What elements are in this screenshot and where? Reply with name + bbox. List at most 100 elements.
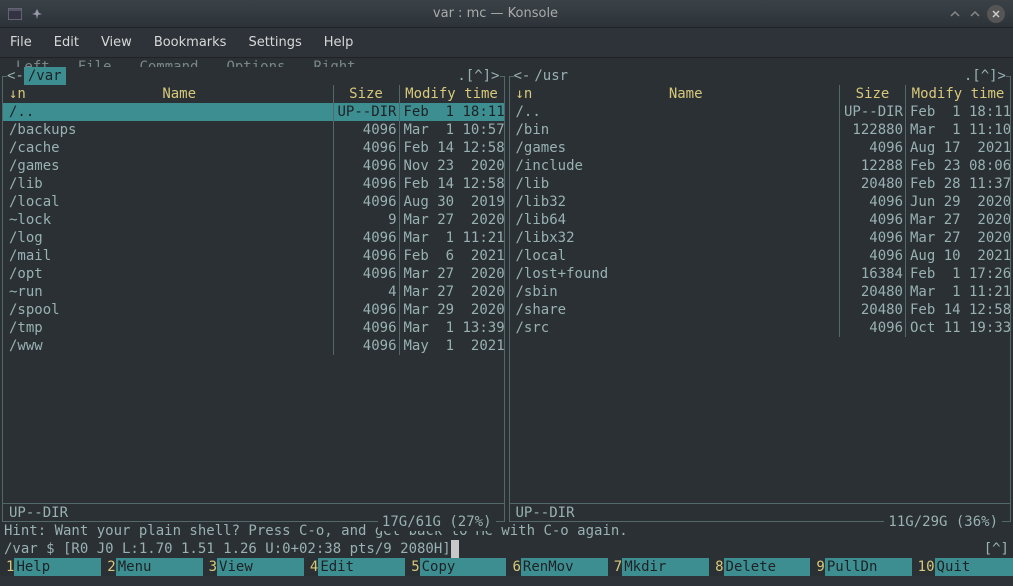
cursor-icon <box>451 540 459 558</box>
fkey-mkdir[interactable]: 7Mkdir <box>608 558 709 576</box>
minimize-button[interactable] <box>947 6 963 22</box>
col-header-mtime[interactable]: Modify time <box>400 85 504 103</box>
file-row[interactable]: /include12288Feb 23 08:06 <box>510 157 1011 175</box>
maximize-button[interactable] <box>967 6 983 22</box>
fkey-label: Quit <box>935 558 1013 576</box>
menu-view[interactable]: View <box>101 35 132 50</box>
fkey-number: 10 <box>912 558 935 576</box>
file-size: 20480 <box>840 301 906 319</box>
file-name: /local <box>3 193 334 211</box>
col-header-mtime[interactable]: Modify time <box>906 85 1010 103</box>
app-icon <box>8 8 22 20</box>
file-row[interactable]: /backups4096Mar 1 10:57 <box>3 121 504 139</box>
panel-right-controls-icon[interactable]: .[^]> <box>457 67 499 85</box>
file-row[interactable]: /opt4096Mar 27 2020 <box>3 265 504 283</box>
fkey-menu[interactable]: 2Menu <box>101 558 202 576</box>
fkey-number: 3 <box>203 558 217 576</box>
fkey-number: 5 <box>405 558 419 576</box>
menu-file[interactable]: File <box>10 35 32 50</box>
file-mtime: Aug 30 2019 <box>400 193 504 211</box>
panel-right-controls-icon[interactable]: .[^]> <box>964 67 1006 85</box>
fkey-edit[interactable]: 4Edit <box>304 558 405 576</box>
file-row[interactable]: /mail4096Feb 6 2021 <box>3 247 504 265</box>
fkey-help[interactable]: 1Help <box>0 558 101 576</box>
file-row[interactable]: /local4096Aug 10 2021 <box>510 247 1011 265</box>
fkey-label: Mkdir <box>622 558 709 576</box>
fkey-copy[interactable]: 5Copy <box>405 558 506 576</box>
file-name: /lib64 <box>510 211 841 229</box>
panel-left-arrow-icon[interactable]: <- <box>514 67 531 85</box>
file-row[interactable]: /local4096Aug 30 2019 <box>3 193 504 211</box>
file-row[interactable]: /lost+found16384Feb 1 17:26 <box>510 265 1011 283</box>
close-button[interactable] <box>987 5 1005 23</box>
file-row[interactable]: /src4096Oct 11 19:33 <box>510 319 1011 337</box>
file-name: /opt <box>3 265 334 283</box>
file-mtime: Mar 1 13:39 <box>400 319 504 337</box>
file-row[interactable]: /..UP--DIRFeb 1 18:11 <box>3 103 504 121</box>
col-header-name[interactable]: Name <box>162 86 196 102</box>
sort-indicator[interactable]: ↓n <box>9 85 26 103</box>
file-row[interactable]: /games4096Nov 23 2020 <box>3 157 504 175</box>
fkey-quit[interactable]: 10Quit <box>912 558 1013 576</box>
fkey-number: 2 <box>101 558 115 576</box>
file-name: /backups <box>3 121 334 139</box>
file-name: /include <box>510 157 841 175</box>
right-panel-path[interactable]: /usr <box>530 67 572 85</box>
file-row[interactable]: /lib324096Jun 29 2020 <box>510 193 1011 211</box>
file-row[interactable]: /lib20480Feb 28 11:37 <box>510 175 1011 193</box>
file-row[interactable]: ~run4Mar 27 2020 <box>3 283 504 301</box>
right-panel-header: <- /usr .[^]> <box>514 67 1007 85</box>
file-row[interactable]: /lib4096Feb 14 12:58 <box>3 175 504 193</box>
file-row[interactable]: /games4096Aug 17 2021 <box>510 139 1011 157</box>
menu-settings[interactable]: Settings <box>248 35 301 50</box>
left-panel[interactable]: <- /var .[^]> ↓nName Size Modify time /.… <box>2 76 505 522</box>
file-row[interactable]: /sbin20480Mar 1 11:21 <box>510 283 1011 301</box>
right-file-list[interactable]: /..UP--DIRFeb 1 18:11/bin122880Mar 1 11:… <box>510 103 1011 503</box>
menu-help[interactable]: Help <box>324 35 354 50</box>
file-row[interactable]: /share20480Feb 14 12:58 <box>510 301 1011 319</box>
file-row[interactable]: /libx324096Mar 27 2020 <box>510 229 1011 247</box>
file-name: /libx32 <box>510 229 841 247</box>
fkey-number: 4 <box>304 558 318 576</box>
file-size: 4096 <box>334 193 400 211</box>
left-panel-path[interactable]: /var <box>24 67 66 85</box>
menu-edit[interactable]: Edit <box>54 35 79 50</box>
fkey-number: 7 <box>608 558 622 576</box>
file-row[interactable]: /cache4096Feb 14 12:58 <box>3 139 504 157</box>
menu-bookmarks[interactable]: Bookmarks <box>154 35 227 50</box>
file-size: 4096 <box>334 157 400 175</box>
pin-icon[interactable] <box>30 8 44 20</box>
fkey-pulldn[interactable]: 9PullDn <box>810 558 911 576</box>
left-file-list[interactable]: /..UP--DIRFeb 1 18:11/backups4096Mar 1 1… <box>3 103 504 503</box>
file-row[interactable]: /www4096May 1 2021 <box>3 337 504 355</box>
col-header-size[interactable]: Size <box>334 85 400 103</box>
right-panel[interactable]: <- /usr .[^]> ↓nName Size Modify time /.… <box>509 76 1012 522</box>
file-row[interactable]: /lib644096Mar 27 2020 <box>510 211 1011 229</box>
file-row[interactable]: /tmp4096Mar 1 13:39 <box>3 319 504 337</box>
file-mtime: Mar 27 2020 <box>906 211 1010 229</box>
col-header-name[interactable]: Name <box>669 86 703 102</box>
panel-left-arrow-icon[interactable]: <- <box>7 67 24 85</box>
file-size: 9 <box>334 211 400 229</box>
file-name: /lib <box>510 175 841 193</box>
file-mtime: Nov 23 2020 <box>400 157 504 175</box>
prompt-right-indicator[interactable]: [^] <box>984 540 1009 558</box>
fkey-label: View <box>217 558 304 576</box>
fkey-view[interactable]: 3View <box>203 558 304 576</box>
col-header-size[interactable]: Size <box>840 85 906 103</box>
file-mtime: Feb 1 18:11 <box>906 103 1010 121</box>
fkey-renmov[interactable]: 6RenMov <box>506 558 607 576</box>
file-name: ~run <box>3 283 334 301</box>
file-row[interactable]: /..UP--DIRFeb 1 18:11 <box>510 103 1011 121</box>
sort-indicator[interactable]: ↓n <box>516 85 533 103</box>
file-row[interactable]: ~lock9Mar 27 2020 <box>3 211 504 229</box>
fkey-delete[interactable]: 8Delete <box>709 558 810 576</box>
file-row[interactable]: /log4096Mar 1 11:21 <box>3 229 504 247</box>
file-row[interactable]: /bin122880Mar 1 11:10 <box>510 121 1011 139</box>
file-row[interactable]: /spool4096Mar 29 2020 <box>3 301 504 319</box>
file-name: /cache <box>3 139 334 157</box>
fkey-label: Edit <box>318 558 405 576</box>
shell-prompt[interactable]: /var $ [R0 J0 L:1.70 1.51 1.26 U:0+02:38… <box>0 540 1013 558</box>
file-name: /spool <box>3 301 334 319</box>
file-size: 4096 <box>334 265 400 283</box>
